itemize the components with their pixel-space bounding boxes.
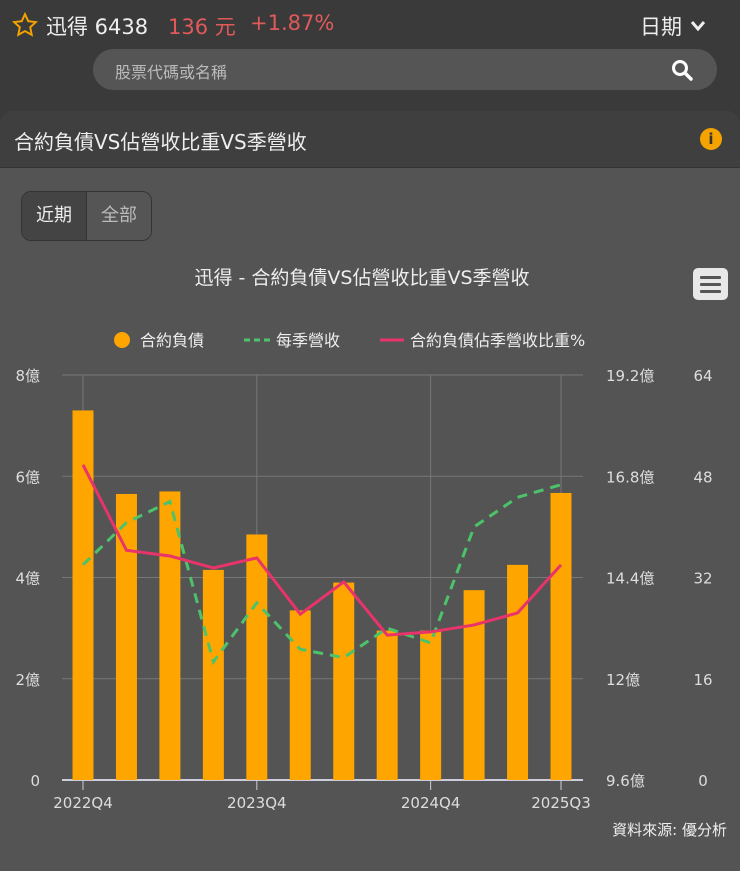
- left-axis-tick: 4億: [15, 570, 40, 588]
- legend-label-liability[interactable]: 合約負債: [140, 331, 204, 350]
- bar-contract-liability: [289, 610, 311, 780]
- right-axis-ratio-tick: 0: [698, 772, 708, 790]
- line-liability-ratio: [81, 464, 563, 637]
- bar-contract-liability: [202, 569, 224, 780]
- bar-contract-liability: [550, 492, 572, 780]
- right-axis-revenue-tick: 14.4億: [606, 570, 654, 588]
- bar-contract-liability: [159, 491, 181, 780]
- x-axis-tick-label: 2023Q4: [227, 794, 287, 812]
- right-axis-ratio-tick: 32: [693, 570, 712, 588]
- left-axis-tick: 2億: [15, 671, 40, 689]
- chart: 迅得 - 合約負債VS佔營收比重VS季營收 合約負債 每季營收 合約負債佔季營收…: [15, 267, 727, 839]
- x-axis-tick-label: 2024Q4: [401, 794, 461, 812]
- legend: 合約負債 每季營收 合約負債佔季營收比重%: [114, 331, 585, 350]
- left-axis-tick: 0: [30, 772, 40, 790]
- left-axis-tick: 6億: [15, 468, 40, 486]
- source-label: 資料來源: 優分析: [612, 821, 727, 839]
- right-axis-ratio-tick: 16: [693, 671, 712, 689]
- bar-contract-liability: [420, 630, 442, 780]
- chart-title: 迅得 - 合約負債VS佔營收比重VS季營收: [194, 267, 529, 289]
- left-axis-tick: 8億: [15, 367, 40, 385]
- line-quarterly-revenue: [81, 483, 562, 666]
- legend-label-revenue[interactable]: 每季營收: [276, 331, 340, 350]
- right-axis-ratio-tick: 48: [693, 468, 712, 486]
- right-axis-ratio-tick: 64: [693, 367, 712, 385]
- bar-contract-liability: [246, 534, 268, 780]
- bar-contract-liability: [376, 630, 398, 780]
- legend-label-ratio[interactable]: 合約負債佔季營收比重%: [410, 331, 585, 350]
- legend-bar-marker: [114, 332, 130, 348]
- right-axis-revenue-tick: 12億: [606, 671, 640, 689]
- x-axis-tick-label: 2025Q3: [531, 794, 591, 812]
- bar-contract-liability: [463, 590, 485, 780]
- right-axis-revenue-tick: 16.8億: [606, 468, 654, 486]
- bar-contract-liability: [507, 564, 529, 780]
- bar-contract-liability: [333, 582, 355, 780]
- x-axis-tick-label: 2022Q4: [53, 794, 113, 812]
- right-axis-revenue-tick: 19.2億: [606, 367, 654, 385]
- right-axis-revenue-tick: 9.6億: [606, 772, 645, 790]
